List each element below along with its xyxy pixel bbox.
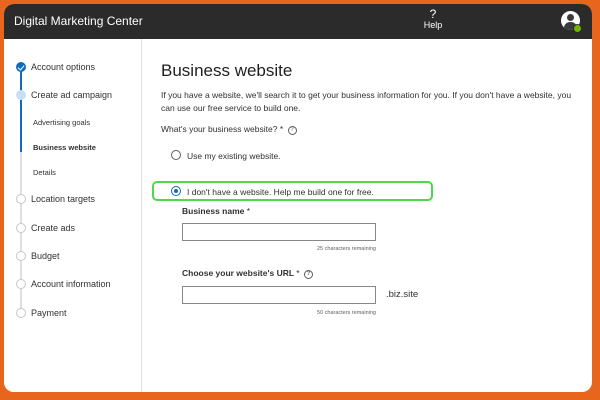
required-marker: * [279,124,284,134]
question-mark-icon: ? [429,7,437,21]
step-label: Location targets [31,194,96,204]
website-url-label: Choose your website's URL * ? [182,268,313,279]
step-in-progress-icon [16,90,26,100]
field-label-text: Choose your website's URL [182,268,294,278]
option-label: Use my existing website. [187,151,281,161]
business-name-label: Business name * [182,206,250,216]
app-title: Digital Marketing Center [14,14,143,28]
substep-marker [20,142,22,152]
required-marker: * [246,206,251,216]
website-url-input[interactable] [182,286,376,304]
substep-label: Advertising goals [33,118,91,127]
page-title: Business website [161,61,293,80]
website-url-char-count: 50 characters remaining [316,310,376,316]
step-pending-icon [16,251,26,261]
intro-text: If you have a website, we'll search it t… [161,90,572,113]
question-label: What's your business website? [161,124,278,134]
help-label: Help [423,20,443,30]
step-pending-icon [16,308,26,318]
progress-track-completed [20,67,22,142]
substep-label: Business website [33,143,96,152]
substep-label: Details [33,168,56,177]
website-question: What's your business website? * ? [161,124,297,135]
business-name-char-count: 25 characters remaining [316,246,376,252]
help-button[interactable]: ? Help [420,7,446,31]
required-marker: * [296,268,300,278]
step-label: Budget [31,251,60,261]
field-label-text: Business name [182,206,245,216]
business-name-input[interactable] [182,223,376,241]
step-pending-icon [16,194,26,204]
step-pending-icon [16,279,26,289]
app-window: Digital Marketing Center ? Help Account … [4,4,592,392]
substep-marker [20,117,22,127]
step-label: Create ad campaign [31,90,113,100]
user-icon-head [567,14,574,21]
url-domain-suffix: .biz.site [386,289,419,300]
radio-button[interactable] [171,150,181,160]
step-complete-icon [16,62,26,72]
presence-status-icon [573,24,582,33]
step-label: Create ads [31,223,76,233]
step-pending-icon [16,223,26,233]
step-label: Account information [31,279,111,289]
step-label: Payment [31,308,67,318]
info-icon[interactable]: ? [287,126,297,135]
top-bar: Digital Marketing Center ? Help [4,4,592,39]
step-label: Account options [31,62,96,72]
info-icon[interactable]: ? [303,270,313,279]
option-label: I don't have a website. Help me build on… [187,187,374,197]
radio-button-selected[interactable] [171,186,181,196]
progress-sidebar: Account options Create ad campaign Adver… [4,39,142,392]
